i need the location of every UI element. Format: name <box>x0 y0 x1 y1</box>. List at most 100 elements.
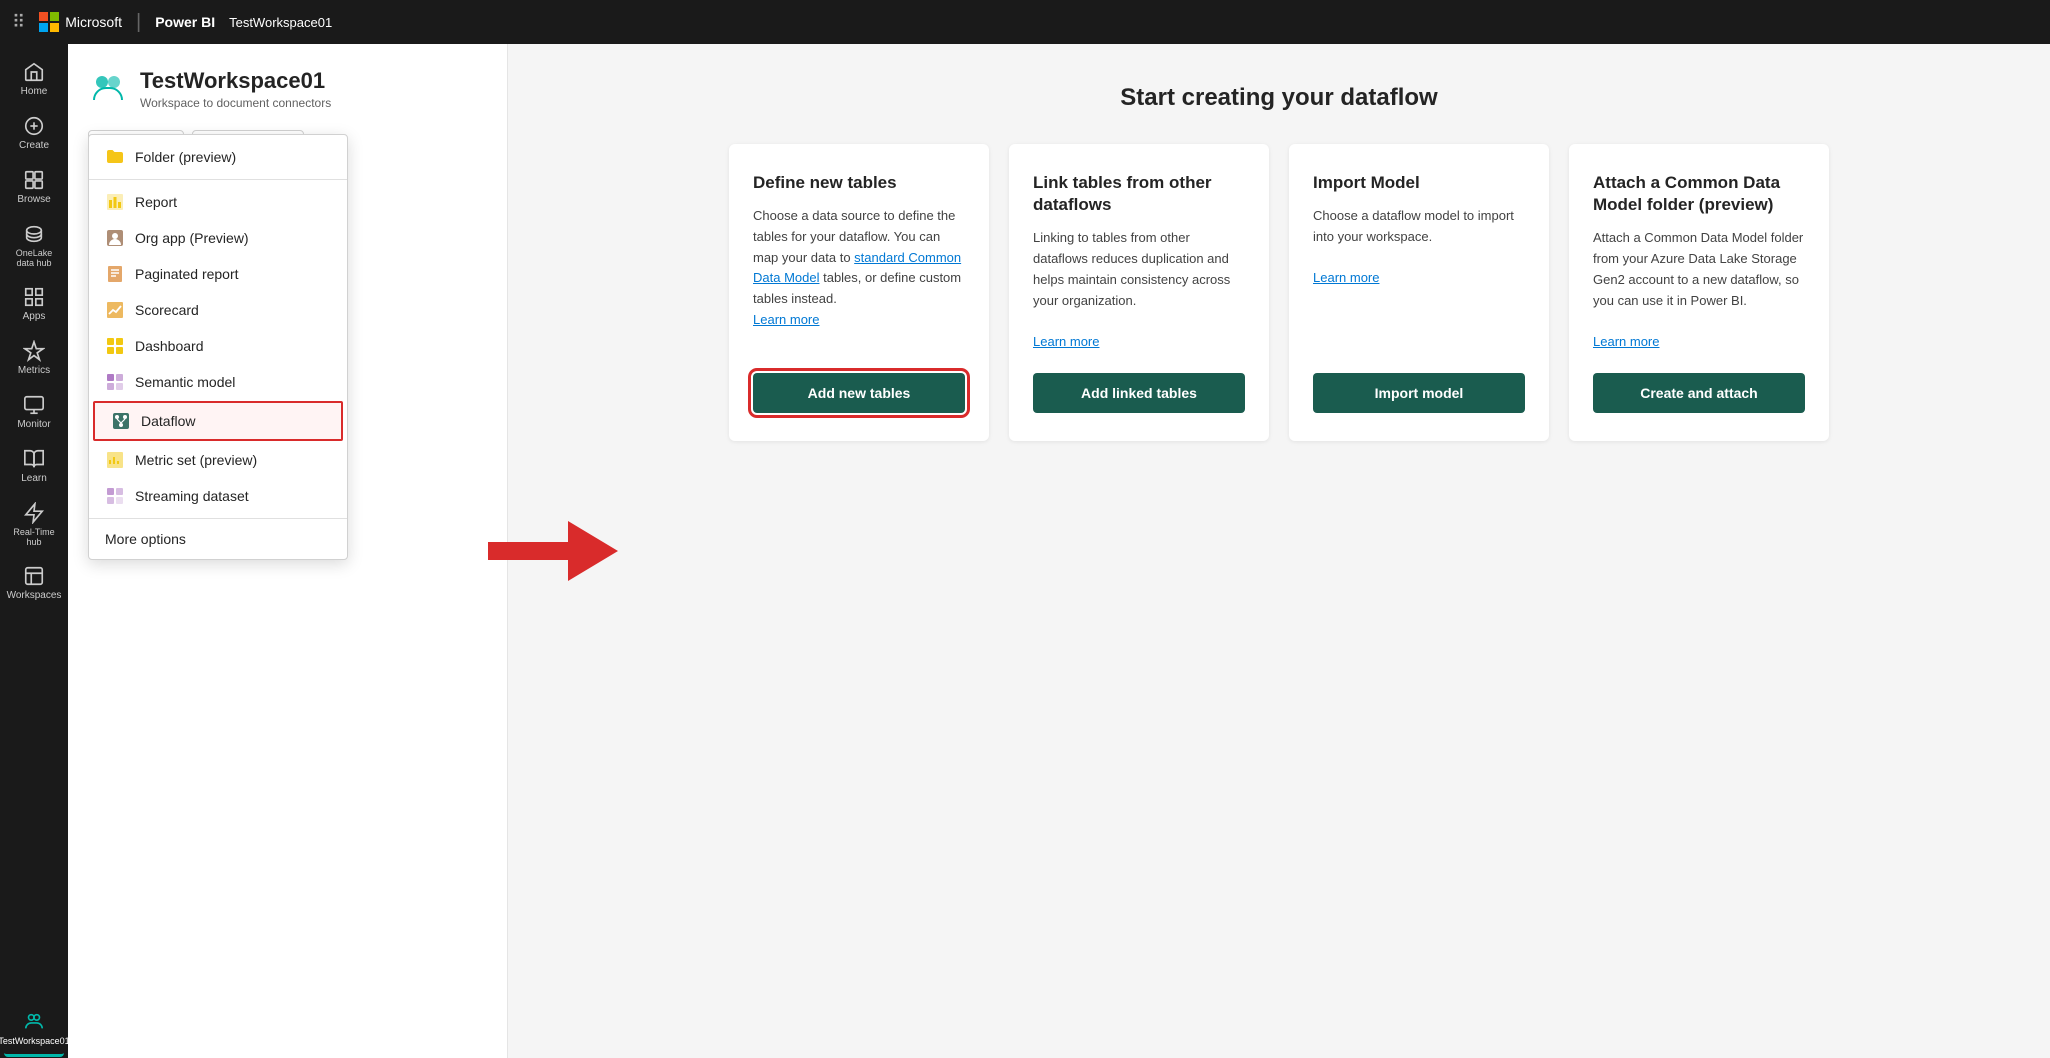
home-icon <box>23 61 45 83</box>
new-dropdown-menu: Folder (preview) Report <box>88 134 348 560</box>
streaming-dataset-icon <box>105 486 125 506</box>
sidebar-item-onelake-label: OneLake data hub <box>8 248 60 268</box>
monitor-icon <box>23 394 45 416</box>
sidebar-item-realtime[interactable]: Real-Time hub <box>4 494 64 555</box>
dataflow-panel-title: Start creating your dataflow <box>1120 84 1437 112</box>
folder-icon <box>105 147 125 167</box>
add-linked-tables-button[interactable]: Add linked tables <box>1033 373 1245 413</box>
menu-item-paginated[interactable]: Paginated report <box>89 256 347 292</box>
sidebar-item-onelake[interactable]: OneLake data hub <box>4 215 64 276</box>
menu-item-scorecard[interactable]: Scorecard <box>89 292 347 328</box>
create-icon <box>23 115 45 137</box>
microsoft-logo: Microsoft <box>39 12 122 32</box>
menu-item-dataflow[interactable]: Dataflow <box>93 401 343 441</box>
menu-separator-2 <box>89 518 347 519</box>
sidebar-item-apps[interactable]: Apps <box>4 278 64 330</box>
workspaces-icon <box>23 565 45 587</box>
card-import-title: Import Model <box>1313 172 1525 194</box>
sidebar-item-create-label: Create <box>19 140 49 151</box>
orgapp-icon <box>105 228 125 248</box>
sidebar-item-home-label: Home <box>21 86 48 97</box>
attach-learn-more-link[interactable]: Learn more <box>1593 334 1659 349</box>
paginated-report-icon <box>105 264 125 284</box>
sidebar-item-workspaces[interactable]: Workspaces <box>4 557 64 609</box>
ms-squares-icon <box>39 12 59 32</box>
sidebar-item-browse-label: Browse <box>17 194 50 205</box>
sidebar-item-browse[interactable]: Browse <box>4 161 64 213</box>
menu-item-folder-label: Folder (preview) <box>135 149 236 165</box>
left-panel: TestWorkspace01 Workspace to document co… <box>68 44 508 1058</box>
sidebar-item-testworkspace[interactable]: TestWorkspace01 <box>4 1003 64 1057</box>
add-new-tables-button[interactable]: Add new tables <box>753 373 965 413</box>
dashboard-icon <box>105 336 125 356</box>
topbar: ⠿ Microsoft | Power BI TestWorkspace01 <box>0 0 2050 44</box>
sidebar-item-testworkspace-label: TestWorkspace01 <box>0 1036 68 1046</box>
card-define-title: Define new tables <box>753 172 965 194</box>
menu-item-orgapp[interactable]: Org app (Preview) <box>89 220 347 256</box>
workspace-subtitle: Workspace to document connectors <box>140 96 331 110</box>
card-attach-title: Attach a Common Data Model folder (previ… <box>1593 172 1805 216</box>
menu-separator-1 <box>89 179 347 180</box>
separator: | <box>136 11 141 34</box>
metricset-icon <box>105 450 125 470</box>
apps-icon <box>23 286 45 308</box>
sidebar-item-learn[interactable]: Learn <box>4 440 64 492</box>
workspace-label: TestWorkspace01 <box>229 15 332 30</box>
menu-item-dashboard[interactable]: Dashboard <box>89 328 347 364</box>
more-options-item[interactable]: More options <box>89 523 347 555</box>
browse-icon <box>23 169 45 191</box>
import-learn-more-link[interactable]: Learn more <box>1313 270 1379 285</box>
workspace-active-icon <box>23 1011 45 1033</box>
workspace-header-icon <box>88 68 128 108</box>
sidebar-item-realtime-label: Real-Time hub <box>8 527 60 547</box>
waffle-icon[interactable]: ⠿ <box>12 12 25 33</box>
learn-icon <box>23 448 45 470</box>
menu-item-streaming-label: Streaming dataset <box>135 488 249 504</box>
cards-container: Define new tables Choose a data source t… <box>729 144 1829 441</box>
card-link-title: Link tables from other dataflows <box>1033 172 1245 216</box>
main-area: TestWorkspace01 Workspace to document co… <box>68 44 2050 1058</box>
card-define-desc: Choose a data source to define the table… <box>753 206 965 353</box>
card-import-desc: Choose a dataflow model to import into y… <box>1313 206 1525 353</box>
card-import-model: Import Model Choose a dataflow model to … <box>1289 144 1549 441</box>
menu-item-metricset[interactable]: Metric set (preview) <box>89 442 347 478</box>
import-model-button[interactable]: Import model <box>1313 373 1525 413</box>
define-learn-more-link[interactable]: Learn more <box>753 312 819 327</box>
menu-item-paginated-label: Paginated report <box>135 266 239 282</box>
sidebar-item-home[interactable]: Home <box>4 53 64 105</box>
menu-item-streaming[interactable]: Streaming dataset <box>89 478 347 514</box>
standard-cdm-link[interactable]: standard Common Data Model <box>753 250 961 286</box>
card-attach-desc: Attach a Common Data Model folder from y… <box>1593 228 1805 353</box>
link-learn-more-link[interactable]: Learn more <box>1033 334 1099 349</box>
workspace-title: TestWorkspace01 <box>140 68 331 94</box>
sidebar-item-create[interactable]: Create <box>4 107 64 159</box>
workspace-title-area: TestWorkspace01 Workspace to document co… <box>140 68 331 110</box>
workspace-header: TestWorkspace01 Workspace to document co… <box>88 68 487 110</box>
menu-item-folder[interactable]: Folder (preview) <box>89 139 347 175</box>
card-attach-cdm: Attach a Common Data Model folder (previ… <box>1569 144 1829 441</box>
menu-item-report-label: Report <box>135 194 177 210</box>
sidebar: Home Create Browse OneLake data hub <box>0 44 68 1058</box>
semantic-model-icon <box>105 372 125 392</box>
create-and-attach-button[interactable]: Create and attach <box>1593 373 1805 413</box>
sidebar-item-metrics-label: Metrics <box>18 365 50 376</box>
menu-item-scorecard-label: Scorecard <box>135 302 199 318</box>
microsoft-label: Microsoft <box>65 14 122 30</box>
menu-item-metricset-label: Metric set (preview) <box>135 452 257 468</box>
sidebar-item-monitor-label: Monitor <box>17 419 50 430</box>
card-link-tables: Link tables from other dataflows Linking… <box>1009 144 1269 441</box>
menu-item-orgapp-label: Org app (Preview) <box>135 230 249 246</box>
menu-item-dashboard-label: Dashboard <box>135 338 204 354</box>
card-define-tables: Define new tables Choose a data source t… <box>729 144 989 441</box>
sidebar-item-apps-label: Apps <box>23 311 46 322</box>
menu-item-semantic-label: Semantic model <box>135 374 235 390</box>
sidebar-item-learn-label: Learn <box>21 473 47 484</box>
sidebar-item-workspaces-label: Workspaces <box>7 590 62 601</box>
scorecard-icon <box>105 300 125 320</box>
metrics-icon <box>23 340 45 362</box>
realtime-icon <box>23 502 45 524</box>
menu-item-report[interactable]: Report <box>89 184 347 220</box>
sidebar-item-monitor[interactable]: Monitor <box>4 386 64 438</box>
menu-item-semantic[interactable]: Semantic model <box>89 364 347 400</box>
sidebar-item-metrics[interactable]: Metrics <box>4 332 64 384</box>
